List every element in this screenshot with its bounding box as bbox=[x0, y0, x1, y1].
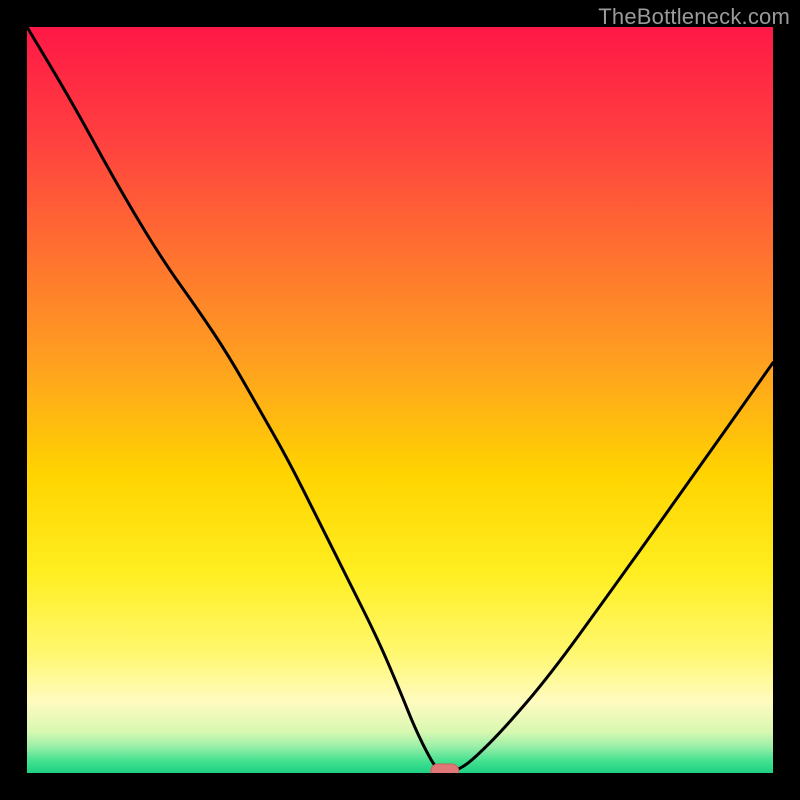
bottleneck-chart bbox=[27, 27, 773, 773]
gradient-background bbox=[27, 27, 773, 773]
watermark-text: TheBottleneck.com bbox=[598, 4, 790, 30]
minimum-marker bbox=[431, 764, 459, 773]
plot-area bbox=[27, 27, 773, 773]
chart-frame: TheBottleneck.com bbox=[0, 0, 800, 800]
